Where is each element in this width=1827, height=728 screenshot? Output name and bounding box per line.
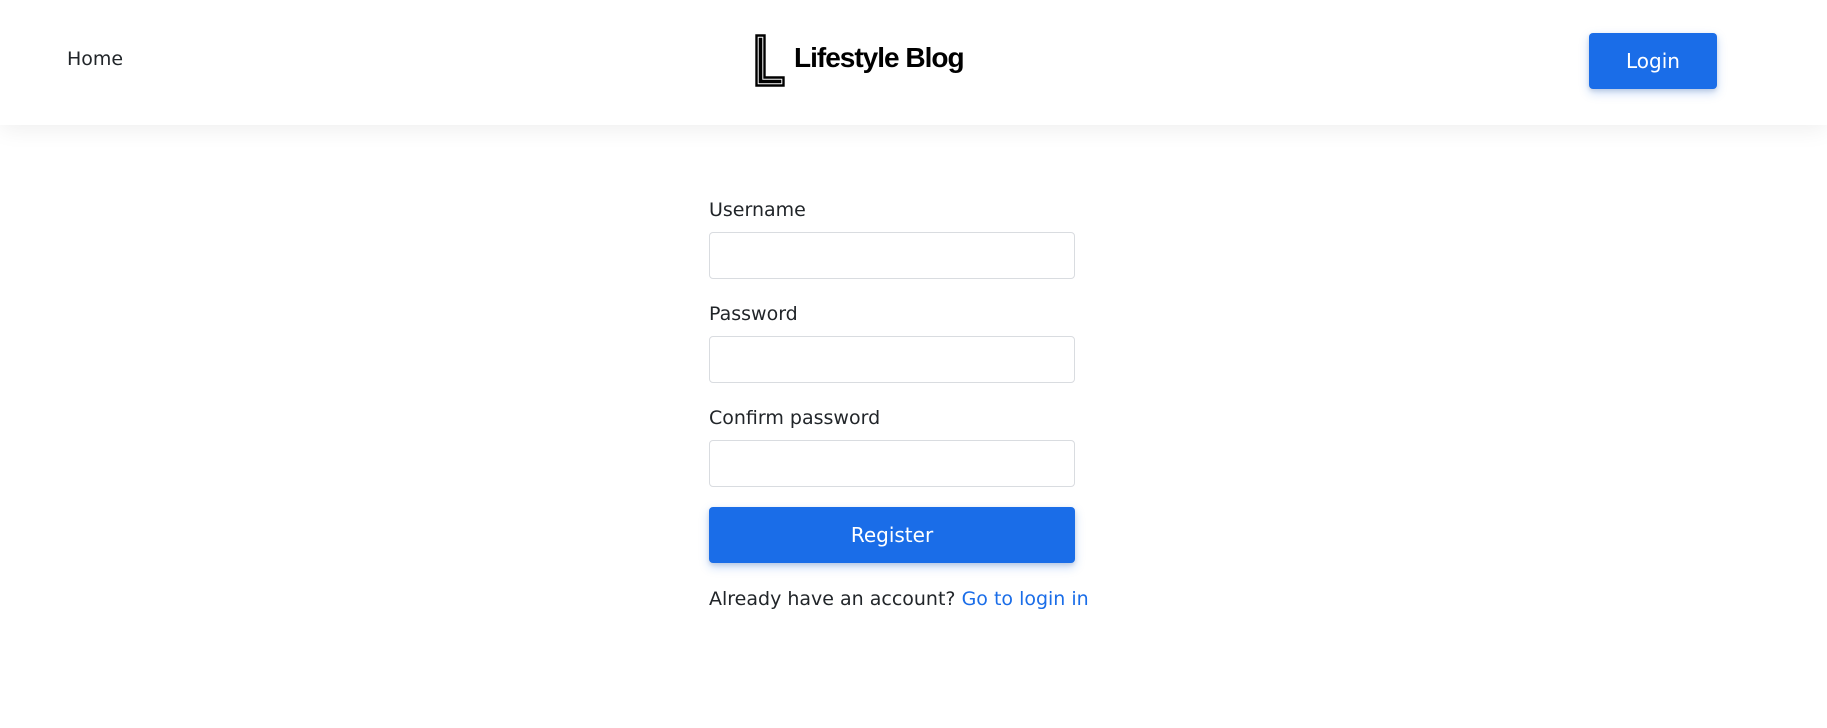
brand-link[interactable]: Lifestyle Blog: [755, 33, 965, 87]
login-prompt: Already have an account? Go to login in: [709, 588, 1089, 610]
main-content: Username Password Confirm password Regis…: [0, 125, 1827, 728]
register-form: Username Password Confirm password Regis…: [709, 198, 1089, 610]
letter-l-logo-icon: [755, 33, 785, 87]
password-label: Password: [709, 303, 798, 325]
go-to-login-link[interactable]: Go to login in: [962, 588, 1089, 610]
navbar: Home Lifestyle Blog Login: [0, 0, 1827, 125]
register-button[interactable]: Register: [709, 507, 1075, 563]
confirm-password-label: Confirm password: [709, 407, 881, 429]
username-field[interactable]: [709, 232, 1075, 279]
login-prompt-text: Already have an account?: [709, 588, 956, 610]
brand-name: Lifestyle Blog: [794, 42, 965, 73]
login-button[interactable]: Login: [1589, 33, 1717, 89]
confirm-password-field[interactable]: [709, 440, 1075, 487]
nav-home-link[interactable]: Home: [67, 48, 123, 70]
username-label: Username: [709, 199, 806, 221]
password-field[interactable]: [709, 336, 1075, 383]
